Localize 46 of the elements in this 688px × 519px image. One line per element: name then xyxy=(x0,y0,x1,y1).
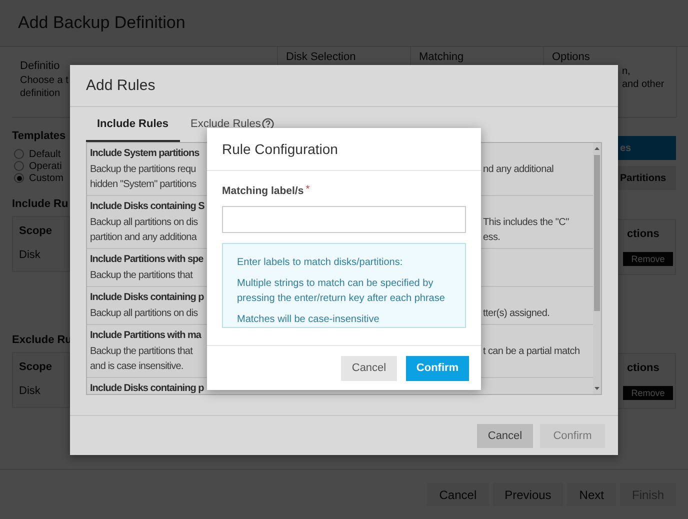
step-description: n, xyxy=(622,65,630,78)
rule-description: Backup the partitions requ xyxy=(90,163,196,177)
step-title: Disk Selection xyxy=(286,51,356,63)
rule-description: Backup all partitions on dis xyxy=(90,307,198,321)
rule-title: Include Partitions with ma xyxy=(90,329,201,343)
table-cell: Disk xyxy=(19,385,40,397)
page-title: Add Backup Definition xyxy=(18,13,186,33)
info-text: Multiple strings to match can be specified by pressing the enter/return key after each phrase xyxy=(237,277,446,306)
rule-description: Backup the partitions that xyxy=(90,269,192,283)
rule-title: Include Partitions with spe xyxy=(90,253,204,267)
field-label: Matching label/s xyxy=(222,185,304,197)
radio-label: Custom xyxy=(29,172,64,184)
rule-title: Include System partitions xyxy=(90,147,200,161)
rule-description: partition and any additiona xyxy=(90,231,197,245)
section-heading: Include Ru xyxy=(12,198,68,210)
column-header: ctions xyxy=(627,228,660,240)
column-header: ctions xyxy=(627,362,660,374)
rule-description: Backup the partitions that xyxy=(90,345,192,359)
rule-title: Include Disks containing S xyxy=(90,200,204,214)
rule-description: nd any additional xyxy=(483,163,554,177)
table-cell: Disk xyxy=(19,249,40,261)
rule-description: and is case insensitive. xyxy=(90,360,184,374)
rule-description: tter(s) assigned. xyxy=(483,307,550,321)
dialog-title: Add Rules xyxy=(86,77,156,94)
column-header: Scope xyxy=(19,361,52,373)
step-title: Options xyxy=(552,51,590,63)
dialog-title: Rule Configuration xyxy=(222,141,338,157)
required-mark: * xyxy=(306,185,310,195)
step-description: Choose a t xyxy=(20,74,68,87)
info-text: Matches will be case-insensitive xyxy=(237,313,380,327)
rule-title: Include Disks containing p xyxy=(90,382,204,394)
step-title: Matching xyxy=(419,51,464,63)
rule-description: ess. xyxy=(483,231,500,245)
rule-description: hidden "System" partitions xyxy=(90,178,196,192)
radio-label: Default xyxy=(29,148,61,160)
rule-description: This includes the "C" xyxy=(483,216,569,230)
radio-label: Operati xyxy=(29,160,62,172)
step-description: definition xyxy=(20,87,60,100)
info-text: Enter labels to match disks/partitions: xyxy=(237,256,404,270)
rule-title: Include Disks containing p xyxy=(90,291,204,305)
column-header: Scope xyxy=(19,225,52,237)
rule-description: Backup all partitions on dis xyxy=(90,216,198,230)
step-title: Definitio xyxy=(20,60,60,72)
rule-description: t can be a partial match xyxy=(483,345,580,359)
section-heading: Templates xyxy=(12,130,66,142)
step-description: and other xyxy=(622,78,664,91)
